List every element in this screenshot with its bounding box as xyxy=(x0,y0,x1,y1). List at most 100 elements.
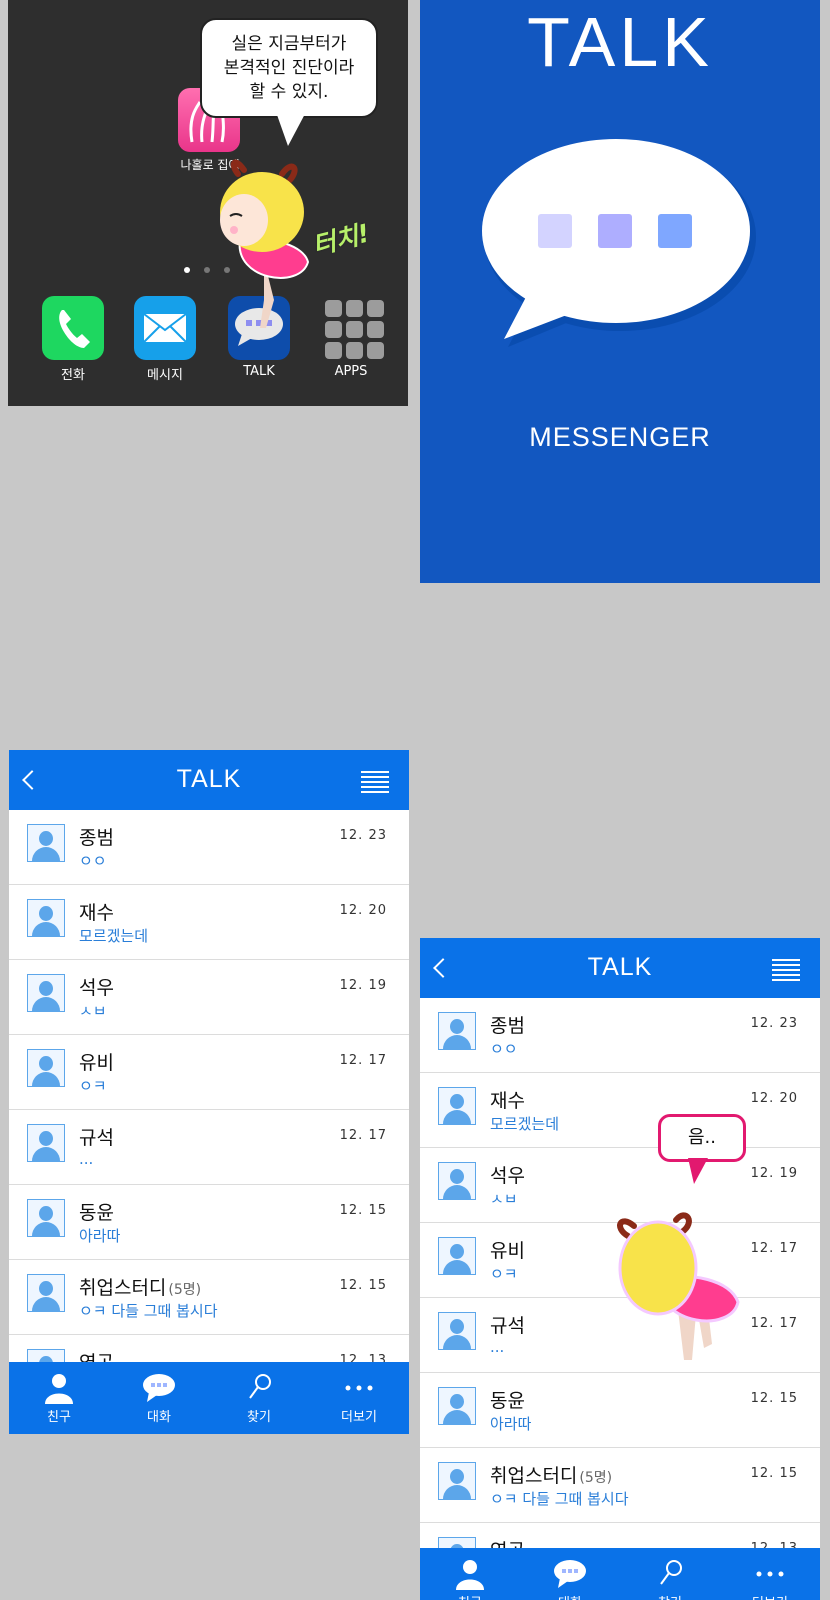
chat-list-item[interactable]: 동윤아라따 12. 15 xyxy=(9,1185,409,1260)
chat-list-item[interactable]: 재수 모르겠는데 12. 20 xyxy=(9,885,409,960)
message-date: 12. 17 xyxy=(750,1241,798,1256)
contact-name: 규석 xyxy=(79,1127,114,1149)
home-screen: 나홀로 집에 전화 메시지 TALK APPS 실은 지금부터가 본격적인 진단… xyxy=(8,0,408,406)
message-date: 12. 20 xyxy=(750,1091,798,1106)
contact-name: 동윤 xyxy=(490,1390,525,1412)
speech-bubble: 실은 지금부터가 본격적인 진단이라 할 수 있지. xyxy=(200,18,378,118)
contact-name: 유비 xyxy=(490,1240,525,1262)
tab-label: 대화 xyxy=(520,1592,620,1600)
chat-list-item[interactable]: 종범 ㅇㅇ 12. 23 xyxy=(9,810,409,885)
splash-subtitle: MESSENGER xyxy=(529,422,711,452)
profile-avatar-icon xyxy=(438,1087,476,1125)
message-date: 12. 17 xyxy=(339,1128,387,1143)
profile-avatar-icon xyxy=(27,1124,65,1162)
chat-list-item[interactable]: 재수모르겠는데 12. 20 xyxy=(420,1073,820,1148)
chat-bubble-logo-icon xyxy=(482,139,756,347)
tab-친구[interactable]: 친구 xyxy=(9,1362,109,1434)
last-message: 모르겠는데 xyxy=(490,1115,560,1133)
talk-list-screen: TALK 종범 ㅇㅇ 12. 23 재수 모르겠는데 12. 20 석우 ㅅㅂ 12. 19 유비… xyxy=(9,750,409,1434)
top-bar-title: TALK xyxy=(176,765,242,793)
splash-title: TALK xyxy=(527,3,713,81)
profile-avatar-icon xyxy=(27,899,65,937)
message-label: 메시지 xyxy=(147,368,183,383)
speech-bubble-2: 음.. xyxy=(658,1114,746,1162)
cartoon-girl-illustration xyxy=(220,159,310,328)
contact-name: 취업스터디 (5명) xyxy=(490,1465,613,1487)
tab-더보기[interactable]: 더보기 xyxy=(309,1362,409,1434)
contact-name: 유비 xyxy=(79,1052,114,1074)
chat-list-item[interactable]: 유비 ㅇㅋ 12. 17 xyxy=(9,1035,409,1110)
chat-list-item[interactable]: 취업스터디 (5명) ㅇㅋ 다들 그때 봅시다 12. 15 xyxy=(420,1448,820,1523)
bottom-tab-bar: 친구 대화 찾기 더보기 xyxy=(9,1362,409,1434)
contact-name: 종범 xyxy=(490,1015,525,1037)
chat-list-item[interactable]: 석우 ㅅㅂ 12. 19 xyxy=(9,960,409,1035)
last-message: ㅇㅋ xyxy=(79,1077,107,1095)
contact-name: 규석 xyxy=(490,1315,525,1337)
tab-더보기[interactable]: 더보기 xyxy=(720,1548,820,1600)
top-bar: TALK xyxy=(420,938,820,998)
tab-대화[interactable]: 대화 xyxy=(520,1548,620,1600)
last-message: ... xyxy=(490,1338,505,1356)
message-date: 12. 20 xyxy=(339,903,387,918)
apps-grid-icon xyxy=(320,296,384,360)
message-date: 12. 15 xyxy=(339,1203,387,1218)
profile-avatar-icon xyxy=(27,1199,65,1237)
message-date: 12. 19 xyxy=(750,1166,798,1181)
tab-label: 친구 xyxy=(420,1592,520,1600)
speech-bubble-tail xyxy=(276,112,306,146)
message-date: 12. 23 xyxy=(339,828,387,843)
contact-name: 석우 xyxy=(79,977,114,999)
tab-찾기[interactable]: 찾기 xyxy=(620,1548,720,1600)
message-date: 12. 15 xyxy=(750,1466,798,1481)
contact-name: 동윤 xyxy=(79,1202,114,1224)
tab-대화[interactable]: 대화 xyxy=(109,1362,209,1434)
last-message: ㅇㅋ 다들 그때 봅시다 xyxy=(79,1302,218,1320)
phone-icon xyxy=(42,296,104,360)
menu-icon[interactable] xyxy=(772,959,800,984)
tab-label: 친구 xyxy=(47,1410,71,1425)
tab-찾기[interactable]: 찾기 xyxy=(209,1362,309,1434)
speech-bubble-2-tail xyxy=(688,1158,708,1184)
contact-name: 재수 xyxy=(79,902,114,924)
last-message: 아라따 xyxy=(490,1415,532,1433)
message-date: 12. 15 xyxy=(750,1391,798,1406)
message-date: 12. 23 xyxy=(750,1016,798,1031)
message-app[interactable]: 메시지 xyxy=(134,296,196,383)
chat-list: 종범 ㅇㅇ 12. 23 재수 모르겠는데 12. 20 석우 ㅅㅂ 12. 19 유비 ㅇㅋ 12.… xyxy=(9,810,409,1410)
chat-list-item[interactable]: 종범 ㅇㅇ 12. 23 xyxy=(420,998,820,1073)
contact-name: 재수 xyxy=(490,1090,525,1112)
contact-name: 석우 xyxy=(490,1165,525,1187)
profile-avatar-icon xyxy=(438,1162,476,1200)
apps-app[interactable]: APPS xyxy=(320,296,384,379)
chat-list-item[interactable]: 동윤아라따 12. 15 xyxy=(420,1373,820,1448)
profile-avatar-icon xyxy=(438,1462,476,1500)
top-bar: TALK xyxy=(9,750,409,810)
cartoon-girl-peeking-illustration xyxy=(617,1212,740,1360)
message-date: 12. 15 xyxy=(339,1278,387,1293)
chat-list-item[interactable]: 취업스터디 (5명) ㅇㅋ 다들 그때 봅시다 12. 15 xyxy=(9,1260,409,1335)
profile-avatar-icon xyxy=(438,1237,476,1275)
tab-label: 대화 xyxy=(147,1410,171,1425)
message-date: 12. 17 xyxy=(339,1053,387,1068)
profile-avatar-icon xyxy=(27,824,65,862)
profile-avatar-icon xyxy=(27,974,65,1012)
contact-name: 종범 xyxy=(79,827,114,849)
profile-avatar-icon xyxy=(438,1012,476,1050)
top-bar-title: TALK xyxy=(587,953,653,981)
phone-app[interactable]: 전화 xyxy=(42,296,104,383)
last-message: 아라따 xyxy=(79,1227,121,1245)
apps-label: APPS xyxy=(334,364,368,379)
message-date: 12. 17 xyxy=(750,1316,798,1331)
last-message: ㅇㅋ 다들 그때 봅시다 xyxy=(490,1490,629,1508)
chat-list-item[interactable]: 규석... 12. 17 xyxy=(9,1110,409,1185)
talk-splash-screen: TALK MESSENGER xyxy=(420,0,820,583)
tab-label: 찾기 xyxy=(620,1592,720,1600)
tab-친구[interactable]: 친구 xyxy=(420,1548,520,1600)
tab-label: 찾기 xyxy=(247,1410,271,1425)
bottom-tab-bar: 친구대화찾기더보기 xyxy=(420,1548,820,1600)
message-date: 12. 19 xyxy=(339,978,387,993)
tab-label: 더보기 xyxy=(341,1410,377,1425)
last-message: ㅇㅇ xyxy=(79,852,107,870)
profile-avatar-icon xyxy=(27,1049,65,1087)
menu-icon[interactable] xyxy=(361,771,389,796)
